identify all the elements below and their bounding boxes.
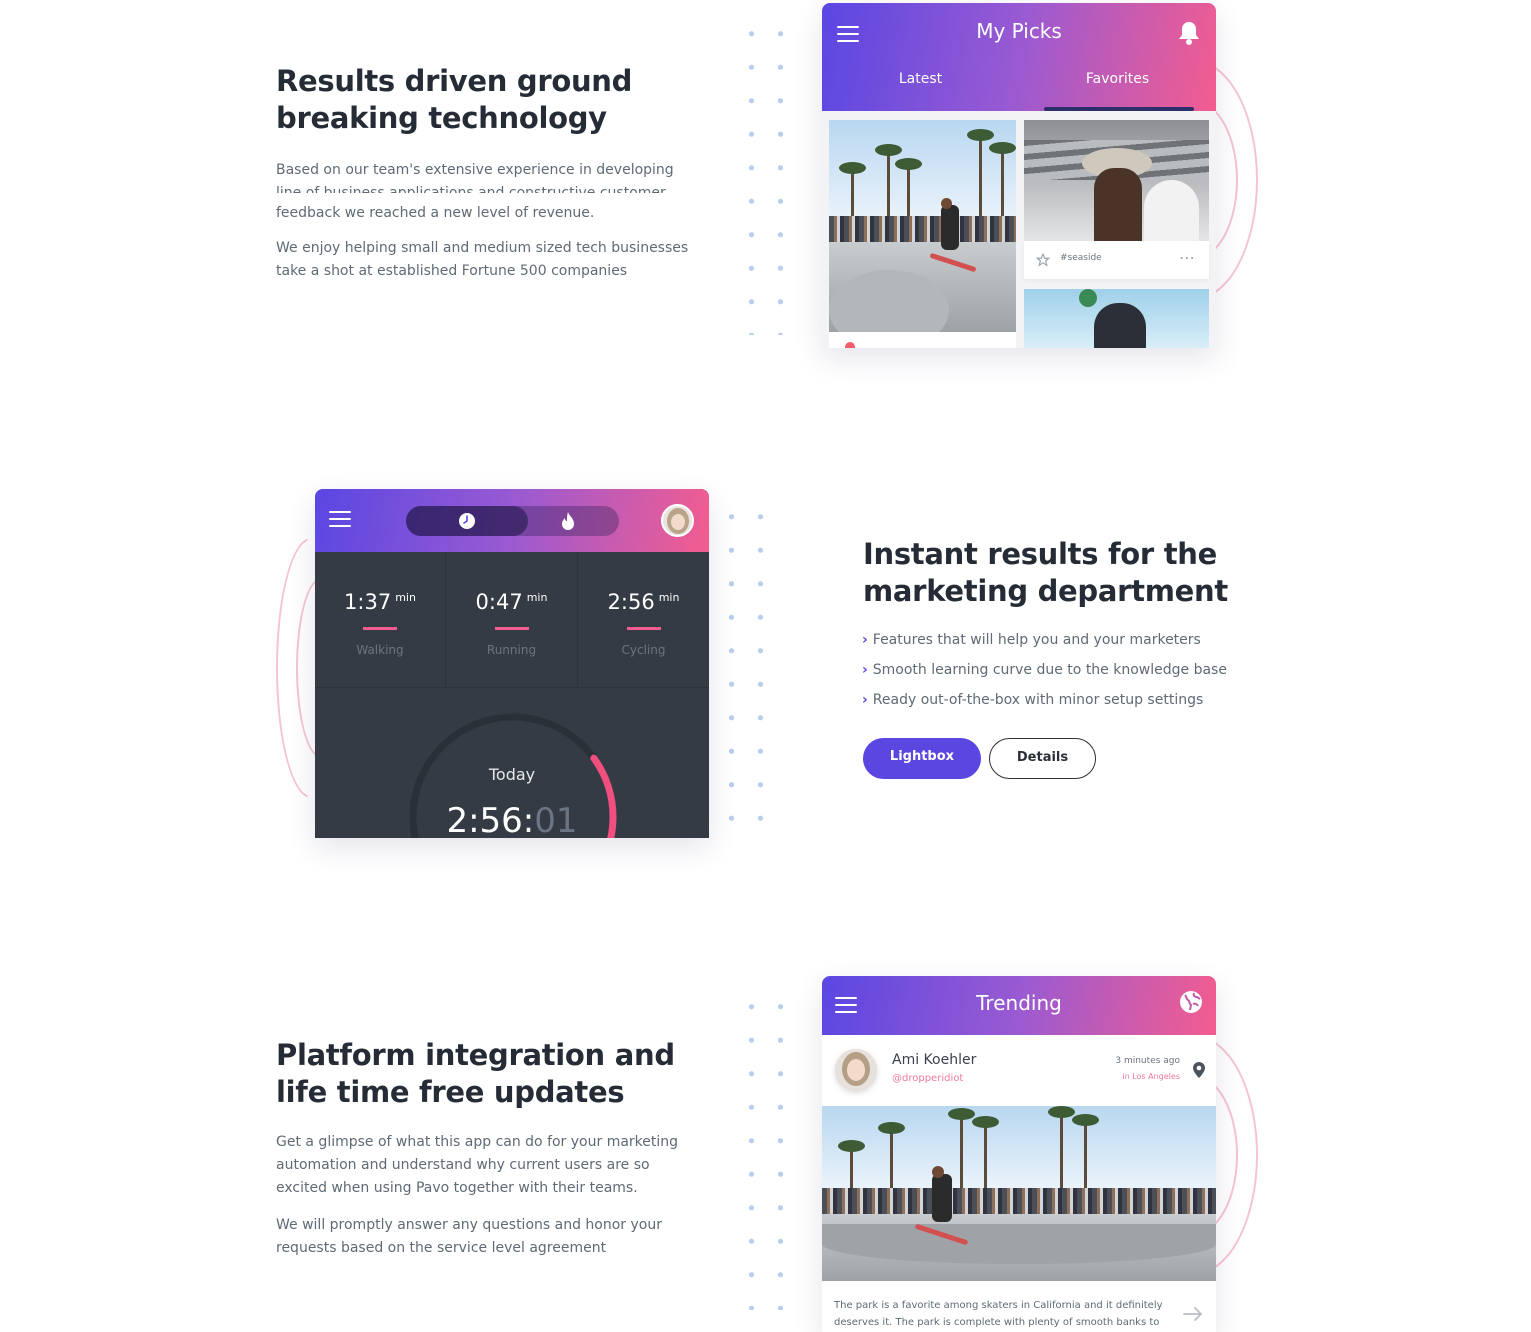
skatepark-photo[interactable] (822, 1106, 1216, 1281)
heart-icon[interactable] (845, 342, 855, 348)
decorative-dots (737, 990, 807, 1310)
section-heading: Instant results for the marketing depart… (863, 537, 1228, 608)
globe-icon[interactable] (1179, 990, 1203, 1014)
chevron-right-icon: › (862, 662, 868, 678)
decorative-dots (717, 500, 787, 830)
seaside-photo[interactable] (1024, 120, 1209, 241)
app-header: My Picks Latest Favorites (822, 3, 1216, 111)
tag-label[interactable]: #seaside (1060, 253, 1102, 263)
clock-icon[interactable] (458, 512, 476, 530)
my-picks-screen: My Picks Latest Favorites #seaside ⋯ (822, 3, 1216, 348)
screen-title: Trending (976, 991, 1062, 1015)
today-time: 2:56:01 (446, 801, 578, 838)
section-paragraph: We will promptly answer any questions an… (276, 1217, 662, 1256)
user-handle[interactable]: @dropperidiot (892, 1073, 963, 1084)
section-paragraph: We enjoy helping small and medium sized … (276, 240, 689, 279)
app-header: Trending (822, 976, 1216, 1035)
menu-icon[interactable] (329, 511, 351, 532)
avatar[interactable] (661, 504, 694, 537)
feature-item: › Smooth learning curve due to the knowle… (862, 662, 1227, 678)
time-ago: 3 minutes ago (1115, 1056, 1180, 1066)
star-icon[interactable] (1036, 253, 1050, 267)
seaside-card-footer: #seaside ⋯ (1024, 241, 1209, 279)
more-icon[interactable]: ⋯ (1179, 248, 1195, 268)
section-heading: Results driven ground breaking technolog… (276, 64, 633, 135)
arrow-right-icon[interactable] (1182, 1306, 1204, 1322)
tab-favorites[interactable]: Favorites (1019, 71, 1216, 87)
trending-screen: Trending Ami Koehler @dropperidiot 3 min… (822, 976, 1216, 1332)
feature-item: › Features that will help you and your ma… (862, 632, 1201, 648)
details-button[interactable]: Details (989, 738, 1096, 779)
tab-latest[interactable]: Latest (822, 71, 1019, 87)
bell-icon[interactable] (1177, 20, 1201, 46)
post-location: in Los Angeles (1122, 1072, 1180, 1081)
skatepark-photo[interactable] (829, 120, 1016, 332)
stat-walking[interactable]: 1:37 min Walking (315, 552, 446, 688)
section-paragraph: Based on our team's extensive experience… (276, 162, 674, 221)
user-name[interactable]: Ami Koehler (892, 1052, 976, 1068)
section-heading: Platform integration and life time free … (276, 1038, 675, 1109)
feature-item: › Ready out-of-the-box with minor setup s… (862, 692, 1204, 708)
card-footer (829, 332, 1016, 348)
avatar[interactable] (835, 1049, 877, 1091)
picks-grid: #seaside ⋯ (822, 111, 1216, 348)
skater-photo[interactable] (1024, 289, 1209, 348)
today-label: Today (488, 765, 536, 784)
chevron-right-icon: › (862, 692, 868, 708)
activity-screen: 1:37 min Walking 0:47 min Running 2:56 min … (315, 489, 709, 838)
stats-row: 1:37 min Walking 0:47 min Running 2:56 min … (315, 552, 709, 688)
flame-icon[interactable] (560, 511, 576, 531)
chevron-right-icon: › (862, 632, 868, 648)
decorative-dots (737, 17, 807, 335)
stat-running[interactable]: 0:47 min Running (446, 552, 578, 688)
post-caption: The park is a favorite among skaters in … (834, 1300, 1163, 1328)
location-pin-icon[interactable] (1192, 1061, 1206, 1079)
stat-cycling[interactable]: 2:56 min Cycling (578, 552, 709, 688)
screen-title: My Picks (976, 19, 1062, 43)
post-header: Ami Koehler @dropperidiot 3 minutes ago … (822, 1035, 1216, 1106)
app-header (315, 489, 709, 552)
lightbox-button[interactable]: Lightbox (863, 738, 981, 779)
section-paragraph: Get a glimpse of what this app can do fo… (276, 1134, 679, 1196)
mode-toggle[interactable] (406, 506, 619, 536)
